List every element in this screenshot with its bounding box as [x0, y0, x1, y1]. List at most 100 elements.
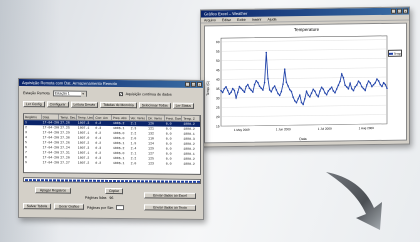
chart-window-title: Gráfico Excel – Weather — [204, 10, 248, 17]
table-cell: 2.0 — [130, 161, 137, 166]
progress-block — [40, 178, 44, 181]
progress-block — [100, 179, 104, 182]
chart-panel: Temperature 60 55 50 45 40 35 30 25 20 15 1 May 2… — [204, 22, 407, 144]
read-config-button[interactable]: Ler Config — [23, 101, 45, 108]
memory-tables-button[interactable]: Tabelas de Memória — [100, 101, 137, 109]
legend-label: Temp — [393, 51, 401, 56]
y-tick-label: 25 — [216, 106, 220, 110]
export-text-button[interactable]: Enviar dados ao Texto — [144, 204, 196, 211]
maximize-icon[interactable]: □ — [191, 81, 196, 87]
menu-item[interactable]: Inserir — [252, 17, 262, 22]
menu-item[interactable]: Arquivo — [204, 17, 216, 22]
acquisition-progress-bar — [23, 177, 201, 184]
data-point — [265, 51, 268, 54]
y-tick-label: 50 — [216, 59, 220, 63]
progress-block — [172, 180, 176, 183]
gridline — [221, 58, 387, 61]
close-icon[interactable]: × — [403, 8, 408, 14]
data-point — [245, 85, 247, 88]
generate-chart-button[interactable]: Gerar Gráfico — [54, 203, 84, 210]
progress-block — [112, 179, 116, 182]
pages-per-label: Páginas por Sim — [87, 205, 114, 210]
erase-records-button[interactable]: Apagar Registros — [35, 187, 71, 194]
close-icon[interactable]: × — [197, 81, 202, 87]
progress-block — [48, 178, 52, 181]
progress-block — [156, 179, 160, 183]
x-tick-label: 1 May 2009 — [234, 128, 250, 132]
data-point — [339, 80, 341, 83]
station-label: Estação Remota — [23, 91, 50, 96]
maximize-icon[interactable]: □ — [397, 8, 402, 14]
chart-legend: Temp — [388, 49, 402, 57]
table-header-cell[interactable]: Data — [41, 114, 60, 120]
table-header-cell[interactable]: Temp. Sec. — [59, 114, 77, 120]
y-tick-label: 45 — [216, 68, 220, 72]
progress-block — [72, 179, 76, 182]
data-point — [366, 84, 368, 86]
station-select-value: Estação 1 — [54, 91, 70, 96]
progress-block — [36, 178, 40, 181]
table-header-cell[interactable]: Dir. Vento — [147, 115, 165, 121]
table-body: 1 17-04-2009 27.26 1007.3 0.2 1006.2 2.1 126 0.0… — [24, 120, 200, 167]
stage: Gráfico Excel – Weather _ □ × Arquivo Ed… — [0, 0, 420, 242]
progress-block — [44, 178, 48, 181]
progress-block — [148, 179, 152, 182]
minimize-icon[interactable]: _ — [185, 81, 190, 87]
y-tick-label: 35 — [216, 87, 220, 91]
read-deviation-button[interactable]: Leitura Desvio — [70, 101, 99, 108]
table-header-cell[interactable]: Pres. Abs — [111, 115, 130, 121]
y-axis-label: Temp. (C) — [206, 81, 210, 96]
table-header-cell[interactable]: Registro — [24, 114, 42, 120]
gridline — [221, 76, 387, 80]
gridline — [221, 39, 387, 43]
data-point — [272, 87, 274, 89]
y-tick-label: 55 — [216, 49, 220, 53]
pages-read-label: Páginas lidas — [85, 195, 107, 200]
progress-block — [132, 179, 136, 182]
select-all-button[interactable]: Selecionar Todas — [138, 102, 171, 109]
station-row: Estação Remota Estação 1 ▾ ✓ Aquisição c… — [23, 90, 172, 98]
acquisition-window: Aquisição Remota com Dat. Armazenamento … — [18, 78, 204, 220]
data-point — [236, 91, 239, 94]
progress-block — [168, 180, 172, 183]
save-table-button[interactable]: Salvar Tabela — [23, 203, 51, 210]
menu-item[interactable]: Exibir — [237, 17, 246, 22]
menu-item[interactable]: Editar — [222, 17, 231, 22]
y-tick-label: 30 — [216, 96, 220, 100]
minimize-icon[interactable]: _ — [391, 8, 396, 14]
data-point — [329, 88, 331, 90]
continuous-acquisition-label: Aquisição contínua de dados — [125, 92, 172, 97]
records-table: Registro Data Temp. Sec. Temp. Umi. Corr… — [23, 113, 201, 175]
table-header-cell[interactable]: Temp. Z — [182, 115, 200, 121]
configure-button[interactable]: Configurar — [46, 101, 69, 108]
table-row[interactable]: 9 17-04-2009 27.27 1007.2 0.2 1006.1 2.0 123 0.0… — [24, 160, 200, 167]
chevron-down-icon[interactable]: ▾ — [80, 91, 86, 97]
export-excel-button[interactable]: Enviar dados ao Excel — [144, 192, 196, 199]
data-point — [267, 77, 269, 80]
gridline — [221, 114, 387, 117]
data-point — [310, 92, 313, 94]
table-cell: 1006.1 — [112, 161, 125, 166]
data-point — [230, 91, 232, 94]
table-header-cell[interactable]: Ver. Vento — [129, 115, 148, 121]
station-select[interactable]: Estação 1 ▾ — [52, 90, 87, 97]
progress-block — [192, 180, 196, 183]
table-cell: 1000.2 — [183, 161, 195, 166]
table-header-cell[interactable]: Preci. Soma — [164, 115, 183, 121]
progress-block — [136, 179, 140, 182]
gridline — [221, 67, 387, 71]
progress-block — [76, 179, 80, 182]
menu-item[interactable]: Ajuda — [268, 16, 277, 21]
table-header-cell[interactable]: Temp. Umi. — [76, 114, 95, 120]
read-status-button[interactable]: Ler Status — [172, 102, 195, 109]
acquisition-window-title: Aquisição Remota com Dat. Armazenamento … — [22, 80, 117, 87]
progress-block — [160, 180, 164, 183]
acquisition-window-titlebar[interactable]: Aquisição Remota com Dat. Armazenamento … — [19, 79, 203, 88]
progress-block — [60, 178, 64, 182]
copy-button[interactable]: Copiar — [105, 187, 123, 195]
gridline — [221, 48, 387, 52]
table-header-cell[interactable]: Corr. Am — [94, 114, 112, 121]
continuous-acquisition-checkbox[interactable]: ✓ — [118, 92, 123, 97]
pages-per-input[interactable] — [116, 205, 125, 211]
legend-swatch — [389, 52, 393, 55]
